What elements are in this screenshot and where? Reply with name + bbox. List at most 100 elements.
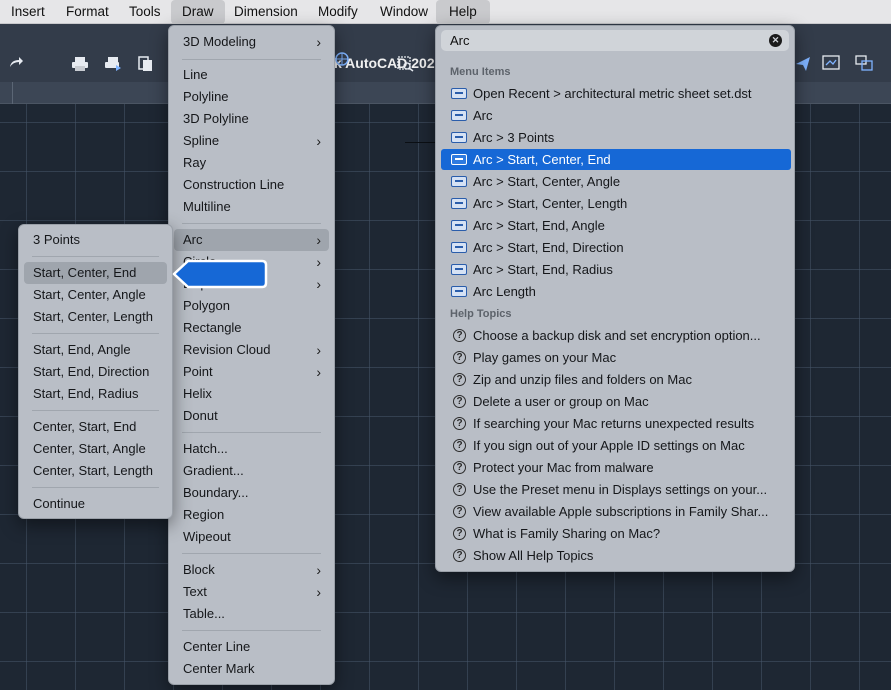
help-topic-item[interactable]: ? Play games on your Mac	[441, 347, 791, 368]
chevron-right-icon: ›	[316, 276, 321, 292]
menu-item-icon	[451, 88, 467, 99]
help-topic-item[interactable]: ? Zip and unzip files and folders on Mac	[441, 369, 791, 390]
draw-item-donut[interactable]: Donut	[174, 405, 329, 427]
menu-item-icon	[451, 220, 467, 231]
help-menu-item[interactable]: Open Recent > architectural metric sheet…	[441, 83, 791, 104]
question-mark-icon: ?	[453, 505, 466, 518]
help-topic-item[interactable]: ? Choose a backup disk and set encryption…	[441, 325, 791, 346]
draw-item-block[interactable]: Block ›	[174, 559, 329, 581]
draw-item-center-line[interactable]: Center Line	[174, 636, 329, 658]
pointer-callout-icon	[172, 259, 268, 289]
help-menu-item[interactable]: Arc > Start, End, Direction	[441, 237, 791, 258]
chevron-right-icon: ›	[316, 364, 321, 380]
draw-item-spline[interactable]: Spline ›	[174, 130, 329, 152]
draw-item-3d-polyline[interactable]: 3D Polyline	[174, 108, 329, 130]
menu-draw[interactable]: Draw	[171, 0, 225, 24]
draw-item-polyline[interactable]: Polyline	[174, 86, 329, 108]
draw-item-helix[interactable]: Helix	[174, 383, 329, 405]
menu-separator	[182, 59, 321, 60]
menu-modify[interactable]: Modify	[318, 0, 358, 24]
draw-item-region[interactable]: Region	[174, 504, 329, 526]
plot-preview-icon[interactable]	[104, 56, 122, 72]
help-topic-item[interactable]: ? If you sign out of your Apple ID settin…	[441, 435, 791, 456]
arc-item-start-center-length[interactable]: Start, Center, Length	[24, 306, 167, 328]
help-topic-item[interactable]: ? If searching your Mac returns unexpecte…	[441, 413, 791, 434]
chevron-right-icon: ›	[316, 254, 321, 270]
clear-search-icon[interactable]: ✕	[769, 34, 782, 47]
help-menu-item[interactable]: Arc > Start, End, Angle	[441, 215, 791, 236]
menu-item-icon	[451, 176, 467, 187]
layout-icon[interactable]	[822, 55, 840, 71]
help-search-field[interactable]: ✕	[441, 30, 789, 51]
chevron-right-icon: ›	[316, 342, 321, 358]
question-mark-icon: ?	[453, 351, 466, 364]
help-menu-item-selected[interactable]: Arc > Start, Center, End	[441, 149, 791, 170]
draw-item-ray[interactable]: Ray	[174, 152, 329, 174]
menu-item-icon	[451, 264, 467, 275]
show-all-help-topics[interactable]: ? Show All Help Topics	[441, 545, 791, 566]
menu-dimension[interactable]: Dimension	[234, 0, 298, 24]
menu-items-heading: Menu Items	[450, 66, 511, 78]
help-menu-item[interactable]: Arc > Start, Center, Length	[441, 193, 791, 214]
menu-item-icon	[451, 110, 467, 121]
menu-separator	[182, 223, 321, 224]
sheet-set-icon[interactable]	[334, 51, 350, 67]
arc-item-center-start-length[interactable]: Center, Start, Length	[24, 460, 167, 482]
help-topic-item[interactable]: ? Protect your Mac from malware	[441, 457, 791, 478]
help-menu-item[interactable]: Arc > Start, Center, Angle	[441, 171, 791, 192]
print-icon[interactable]	[71, 56, 89, 72]
menu-separator	[32, 487, 159, 488]
menu-format[interactable]: Format	[66, 0, 109, 24]
draw-item-line[interactable]: Line	[174, 64, 329, 86]
help-topic-item[interactable]: ? Use the Preset menu in Displays setting…	[441, 479, 791, 500]
draw-item-table[interactable]: Table...	[174, 603, 329, 625]
draw-item-gradient[interactable]: Gradient...	[174, 460, 329, 482]
draw-item-construction-line[interactable]: Construction Line	[174, 174, 329, 196]
draw-item-rectangle[interactable]: Rectangle	[174, 317, 329, 339]
menu-help[interactable]: Help	[436, 0, 490, 24]
redo-icon[interactable]	[8, 56, 24, 70]
arc-item-start-end-angle[interactable]: Start, End, Angle	[24, 339, 167, 361]
help-menu-item[interactable]: Arc > 3 Points	[441, 127, 791, 148]
arc-item-start-end-radius[interactable]: Start, End, Radius	[24, 383, 167, 405]
arc-item-center-start-angle[interactable]: Center, Start, Angle	[24, 438, 167, 460]
draw-item-wipeout[interactable]: Wipeout	[174, 526, 329, 548]
draw-item-revision-cloud[interactable]: Revision Cloud ›	[174, 339, 329, 361]
draw-item-text[interactable]: Text ›	[174, 581, 329, 603]
send-icon[interactable]	[795, 56, 811, 72]
draw-item-center-mark[interactable]: Center Mark	[174, 658, 329, 680]
help-menu-item[interactable]: Arc	[441, 105, 791, 126]
question-mark-icon: ?	[453, 527, 466, 540]
arc-item-start-center-end[interactable]: Start, Center, End	[24, 262, 167, 284]
arc-item-continue[interactable]: Continue	[24, 493, 167, 515]
draw-item-multiline[interactable]: Multiline	[174, 196, 329, 218]
draw-item-3d-modeling[interactable]: 3D Modeling ›	[174, 31, 329, 53]
menu-item-icon	[451, 132, 467, 143]
draw-item-point[interactable]: Point ›	[174, 361, 329, 383]
menu-tools[interactable]: Tools	[129, 0, 161, 24]
draw-item-polygon[interactable]: Polygon	[174, 295, 329, 317]
publish-icon[interactable]	[138, 56, 154, 72]
draw-item-hatch[interactable]: Hatch...	[174, 438, 329, 460]
menu-separator	[182, 553, 321, 554]
help-search-input[interactable]	[450, 32, 750, 49]
help-topic-item[interactable]: ? View available Apple subscriptions in F…	[441, 501, 791, 522]
help-menu-item[interactable]: Arc > Start, End, Radius	[441, 259, 791, 280]
arc-item-start-end-direction[interactable]: Start, End, Direction	[24, 361, 167, 383]
help-menu-item[interactable]: Arc Length	[441, 281, 791, 302]
viewport-icon[interactable]	[855, 55, 873, 71]
question-mark-icon: ?	[453, 439, 466, 452]
zoom-window-icon[interactable]	[397, 56, 415, 72]
question-mark-icon: ?	[453, 483, 466, 496]
help-topic-item[interactable]: ? What is Family Sharing on Mac?	[441, 523, 791, 544]
menu-item-icon	[451, 198, 467, 209]
arc-item-start-center-angle[interactable]: Start, Center, Angle	[24, 284, 167, 306]
question-mark-icon: ?	[453, 417, 466, 430]
arc-item-center-start-end[interactable]: Center, Start, End	[24, 416, 167, 438]
draw-item-boundary[interactable]: Boundary...	[174, 482, 329, 504]
menu-insert[interactable]: Insert	[11, 0, 45, 24]
menu-window[interactable]: Window	[380, 0, 428, 24]
help-topic-item[interactable]: ? Delete a user or group on Mac	[441, 391, 791, 412]
arc-item-3-points[interactable]: 3 Points	[24, 229, 167, 251]
draw-item-arc[interactable]: Arc ›	[174, 229, 329, 251]
